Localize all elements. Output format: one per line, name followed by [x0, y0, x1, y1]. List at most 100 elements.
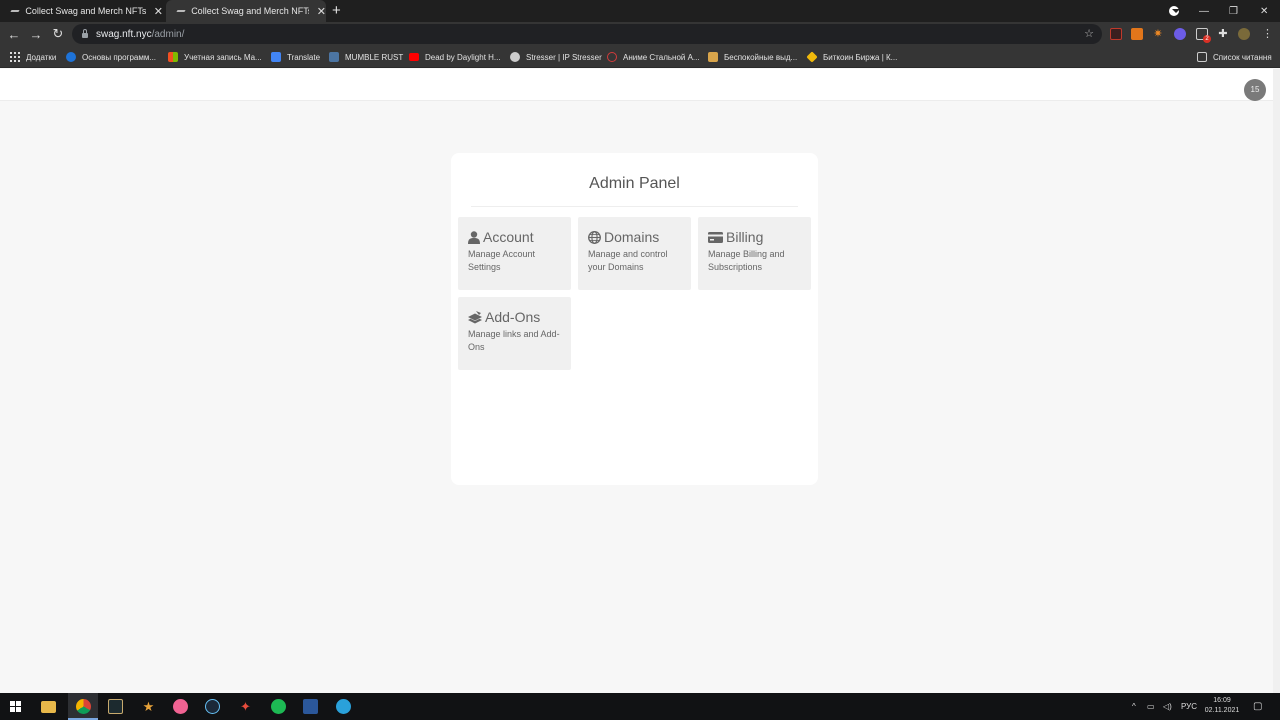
- bookmark-item[interactable]: Translate: [271, 46, 320, 68]
- domains-card[interactable]: Domains Manage and control your Domains: [578, 217, 691, 290]
- card-description: Manage Account Settings: [468, 249, 536, 272]
- billing-card[interactable]: Billing Manage Billing and Subscriptions: [698, 217, 811, 290]
- vk-icon: [329, 52, 339, 62]
- tray-chevron-icon[interactable]: ^: [1132, 693, 1136, 720]
- bookmark-label: MUMBLE RUST: [345, 52, 404, 62]
- notifications-icon[interactable]: ▢: [1253, 693, 1262, 720]
- word-icon[interactable]: [303, 699, 318, 714]
- profile-avatar[interactable]: [1238, 28, 1250, 40]
- clock[interactable]: 16:09 02.11.2021: [1200, 696, 1244, 716]
- binance-icon: [806, 51, 818, 63]
- bookmark-label: Stresser | IP Stresser: [526, 52, 602, 62]
- account-card[interactable]: Account Manage Account Settings: [458, 217, 571, 290]
- browser-menu-icon[interactable]: ⋮: [1262, 27, 1273, 40]
- telegram-icon[interactable]: [336, 699, 351, 714]
- site-header: [0, 69, 1273, 101]
- osu-icon[interactable]: [173, 699, 188, 714]
- tab-title: Collect Swag and Merch NFTs | N: [25, 6, 146, 16]
- page-scrollbar[interactable]: [1273, 69, 1280, 693]
- card-description: Manage links and Add-Ons: [468, 329, 560, 352]
- forward-arrow-icon[interactable]: →: [25, 27, 47, 42]
- bookmark-label: Биткоин Биржа | К...: [823, 52, 898, 62]
- bookmark-item[interactable]: Аниме Стальной А...: [607, 46, 700, 68]
- microsoft-logo-icon: [168, 52, 178, 62]
- browser-tab-2[interactable]: Collect Swag and Merch NFTs | N ✕: [166, 0, 326, 22]
- reading-list-button[interactable]: Список читання: [1197, 46, 1272, 68]
- extension-1-icon[interactable]: [1110, 28, 1122, 40]
- admin-panel: Admin Panel Account Manage Account Setti…: [451, 153, 818, 485]
- bookmark-label: Додатки: [26, 52, 57, 62]
- clock-date: 02.11.2021: [1204, 707, 1240, 714]
- metamask-icon[interactable]: [1131, 28, 1143, 40]
- bookmark-item[interactable]: Основы программ...: [66, 46, 156, 68]
- bookmark-item[interactable]: Dead by Daylight H...: [409, 46, 501, 68]
- valorant-icon[interactable]: ✦: [238, 699, 253, 714]
- steam-icon[interactable]: [205, 699, 220, 714]
- bookmark-item[interactable]: Беспокойные выд...: [708, 46, 797, 68]
- card-title: Billing: [726, 229, 764, 245]
- network-icon[interactable]: ▭: [1147, 693, 1155, 720]
- extensions-puzzle-icon[interactable]: ✚: [1217, 28, 1229, 40]
- bookmark-apps[interactable]: Додатки: [10, 46, 56, 68]
- site-favicon-icon: [176, 8, 186, 14]
- browser-tab-1[interactable]: Collect Swag and Merch NFTs | N ✕: [0, 0, 163, 22]
- extension-purple-icon[interactable]: [1174, 28, 1186, 40]
- credit-card-icon: [708, 231, 723, 243]
- bookmark-label: Аниме Стальной А...: [623, 52, 700, 62]
- bookmark-label: Основы программ...: [82, 52, 157, 62]
- card-title: Account: [483, 229, 534, 245]
- browser-toolbar: ← → ↻ swag.nft.nyc/admin/ ☆: [0, 22, 1280, 46]
- notification-count-badge[interactable]: 15: [1244, 79, 1266, 101]
- close-tab-icon[interactable]: ✕: [154, 5, 163, 18]
- new-tab-button[interactable]: +: [332, 2, 341, 20]
- address-bar[interactable]: swag.nft.nyc/admin/ ☆: [72, 24, 1102, 44]
- user-icon: [468, 230, 480, 244]
- windows-taskbar: ★ ✦ ^ ▭ ◁) РУС 16:09 02.11.2021 ▢: [0, 693, 1280, 720]
- close-window-button[interactable]: ✕: [1260, 0, 1268, 22]
- close-tab-icon[interactable]: ✕: [317, 5, 326, 18]
- restore-button[interactable]: ❐: [1229, 0, 1238, 22]
- back-arrow-icon[interactable]: ←: [3, 27, 25, 42]
- bookmark-label: Dead by Daylight H...: [425, 52, 501, 62]
- youtube-icon: [409, 53, 419, 61]
- file-explorer-icon[interactable]: [41, 701, 56, 713]
- extension-badge-icon[interactable]: 2: [1196, 28, 1211, 43]
- extension-badge: 2: [1203, 35, 1211, 43]
- chrome-icon[interactable]: [76, 699, 91, 714]
- league-of-legends-icon[interactable]: [108, 699, 123, 714]
- bookmarks-bar: Додатки Основы программ... Учетная запис…: [0, 46, 1280, 68]
- reading-list-label: Список читання: [1213, 52, 1272, 62]
- bookmark-item[interactable]: Биткоин Биржа | К...: [806, 46, 898, 68]
- bookmark-site-icon: [708, 52, 718, 62]
- bookmark-item[interactable]: Учетная запись Ма...: [168, 46, 262, 68]
- bookmark-item[interactable]: MUMBLE RUST: [329, 46, 403, 68]
- minimize-button[interactable]: —: [1199, 0, 1209, 22]
- bookmark-label: Беспокойные выд...: [724, 52, 798, 62]
- url-path: /admin/: [151, 28, 185, 40]
- layers-icon: [468, 310, 482, 323]
- card-title: Add-Ons: [485, 309, 541, 325]
- addons-card[interactable]: Add-Ons Manage links and Add-Ons: [458, 297, 571, 370]
- title-divider: [471, 206, 798, 207]
- translate-icon: [271, 52, 281, 62]
- tab-title: Collect Swag and Merch NFTs | N: [191, 6, 309, 16]
- extension-sun-icon[interactable]: ✷: [1152, 28, 1164, 40]
- bookmark-label: Учетная запись Ма...: [184, 52, 262, 62]
- bookmark-label: Translate: [287, 52, 321, 62]
- globe-icon: [510, 52, 520, 62]
- lock-icon: [82, 28, 88, 38]
- spotify-icon[interactable]: [271, 699, 286, 714]
- windows-start-icon[interactable]: [10, 701, 21, 712]
- reload-icon[interactable]: ↻: [47, 26, 69, 42]
- media-control-icon[interactable]: [1169, 6, 1180, 16]
- card-description: Manage Billing and Subscriptions: [708, 249, 785, 272]
- site-favicon-icon: [10, 8, 20, 14]
- browser-tab-strip: Collect Swag and Merch NFTs | N ✕ Collec…: [0, 0, 1280, 22]
- bookmark-item[interactable]: Stresser | IP Stresser: [510, 46, 602, 68]
- clock-time: 16:09: [1213, 697, 1231, 704]
- bookmark-star-icon[interactable]: ☆: [1084, 27, 1094, 40]
- language-indicator[interactable]: РУС: [1181, 693, 1197, 720]
- game-star-icon[interactable]: ★: [141, 699, 156, 714]
- volume-icon[interactable]: ◁): [1163, 693, 1172, 720]
- c-logo-icon: [66, 52, 76, 62]
